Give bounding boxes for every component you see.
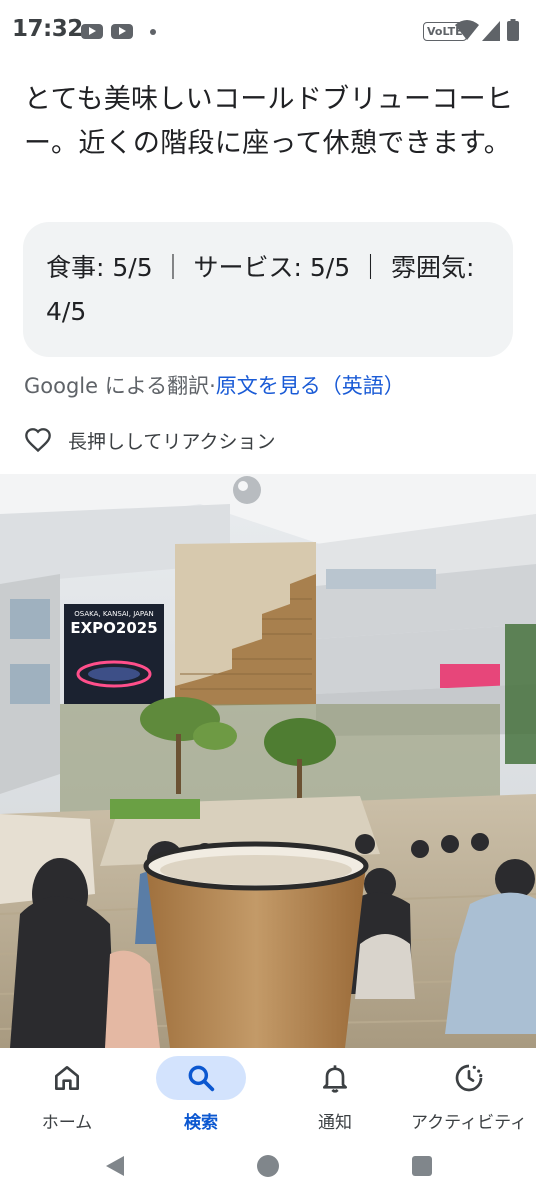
battery-icon — [507, 19, 519, 41]
reaction-button[interactable]: 長押ししてリアクション — [24, 422, 275, 458]
translation-separator: · — [209, 374, 216, 398]
review-text: とても美味しいコールドブリューコーヒー。近くの階段に座って休憩できます。 — [24, 84, 514, 159]
mall-atrium-photo: OSAKA, KANSAI, JAPAN EXPO2025 — [0, 474, 536, 1048]
expo-sign-subtitle: OSAKA, KANSAI, JAPAN — [74, 610, 153, 618]
status-bar: 17:32 VoLTE — [0, 0, 536, 64]
bell-icon — [323, 1065, 347, 1093]
nav-search-label: 検索 — [184, 1113, 218, 1133]
expo-sign-title: EXPO2025 — [70, 619, 157, 637]
activity-icon — [455, 1064, 483, 1092]
review-photo[interactable]: OSAKA, KANSAI, JAPAN EXPO2025 — [0, 474, 536, 1048]
ratings-text: 食事: 5/5 ｜ サービス: 5/5 ｜ 雰囲気: 4/5 — [46, 253, 475, 326]
bottom-navigation: ホーム 検索 通知 アクティビティ — [0, 1048, 536, 1140]
home-circle-icon[interactable] — [257, 1155, 279, 1177]
search-icon — [188, 1065, 215, 1092]
nav-search[interactable]: 検索 — [134, 1048, 268, 1140]
youtube-icon — [81, 24, 103, 39]
see-original-link[interactable]: 原文を見る（英語） — [216, 374, 405, 398]
translation-line: Google による翻訳·原文を見る（英語） — [24, 368, 405, 404]
nav-notifications-label: 通知 — [318, 1113, 352, 1133]
wifi-icon — [455, 20, 479, 40]
ratings-box: 食事: 5/5 ｜ サービス: 5/5 ｜ 雰囲気: 4/5 — [23, 222, 513, 357]
nav-notifications[interactable]: 通知 — [268, 1048, 402, 1140]
heart-icon — [25, 428, 51, 453]
nav-activity-label: アクティビティ — [410, 1113, 528, 1133]
back-icon[interactable] — [104, 1154, 126, 1178]
status-time: 17:32 — [12, 16, 83, 42]
dot-icon — [150, 29, 156, 35]
youtube-icon — [111, 24, 133, 39]
system-navigation — [0, 1140, 536, 1200]
recents-icon[interactable] — [412, 1156, 432, 1176]
nav-activity[interactable]: アクティビティ — [402, 1048, 536, 1140]
signal-icon — [482, 21, 500, 41]
nav-home[interactable]: ホーム — [0, 1048, 134, 1140]
reaction-label: 長押ししてリアクション — [68, 430, 276, 453]
translation-label: Google による翻訳 — [24, 374, 210, 398]
nav-home-label: ホーム — [41, 1113, 93, 1133]
home-icon — [55, 1066, 79, 1090]
